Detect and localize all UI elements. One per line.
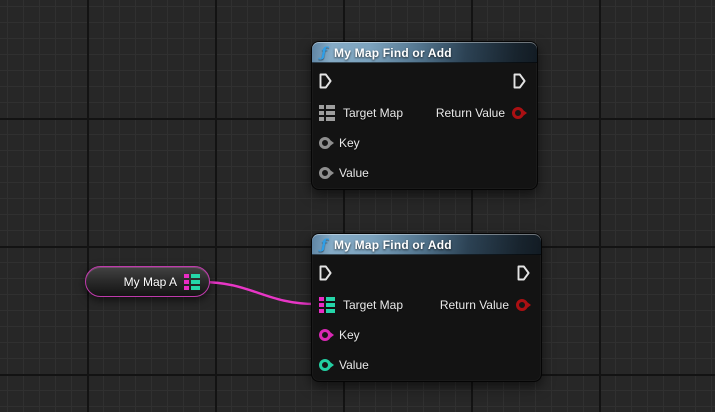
node-body: Target Map Return Value Key Value xyxy=(312,63,537,189)
variable-node-my-map-a[interactable]: My Map A xyxy=(85,266,210,297)
node-header[interactable]: ƒ My Map Find or Add xyxy=(312,234,541,255)
return-value-label: Return Value xyxy=(436,106,505,120)
map-variable-output-pin-icon[interactable] xyxy=(184,274,200,290)
exec-out-pin[interactable] xyxy=(517,265,530,281)
exec-in-pin[interactable] xyxy=(319,73,332,89)
variable-name-label: My Map A xyxy=(124,275,177,289)
exec-out-pin[interactable] xyxy=(513,73,526,89)
exec-pin-icon xyxy=(319,265,332,281)
value-pin[interactable] xyxy=(319,359,331,371)
node-body: Target Map Return Value Key Value xyxy=(312,255,541,381)
value-label: Value xyxy=(339,166,369,180)
return-value-pin[interactable] xyxy=(516,299,528,311)
node-title: My Map Find or Add xyxy=(334,238,452,252)
target-map-label: Target Map xyxy=(343,106,403,120)
return-value-pin[interactable] xyxy=(512,107,524,119)
target-map-label: Target Map xyxy=(343,298,403,312)
exec-in-pin[interactable] xyxy=(319,265,332,281)
node-my-map-find-or-add-top[interactable]: ƒ My Map Find or Add Target Map Return V… xyxy=(311,41,538,190)
exec-pin-icon xyxy=(319,73,332,89)
target-map-pin-icon[interactable] xyxy=(319,105,335,121)
key-label: Key xyxy=(339,136,360,150)
key-pin[interactable] xyxy=(319,137,331,149)
key-label: Key xyxy=(339,328,360,342)
exec-pin-icon xyxy=(513,73,526,89)
node-my-map-find-or-add-bottom[interactable]: ƒ My Map Find or Add Target Map Return V… xyxy=(311,233,542,382)
function-icon: ƒ xyxy=(321,46,327,60)
return-value-label: Return Value xyxy=(440,298,509,312)
exec-pin-icon xyxy=(517,265,530,281)
node-header[interactable]: ƒ My Map Find or Add xyxy=(312,42,537,63)
value-label: Value xyxy=(339,358,369,372)
node-title: My Map Find or Add xyxy=(334,46,452,60)
function-icon: ƒ xyxy=(321,238,327,252)
value-pin[interactable] xyxy=(319,167,331,179)
target-map-pin-icon[interactable] xyxy=(319,297,335,313)
key-pin[interactable] xyxy=(319,329,331,341)
